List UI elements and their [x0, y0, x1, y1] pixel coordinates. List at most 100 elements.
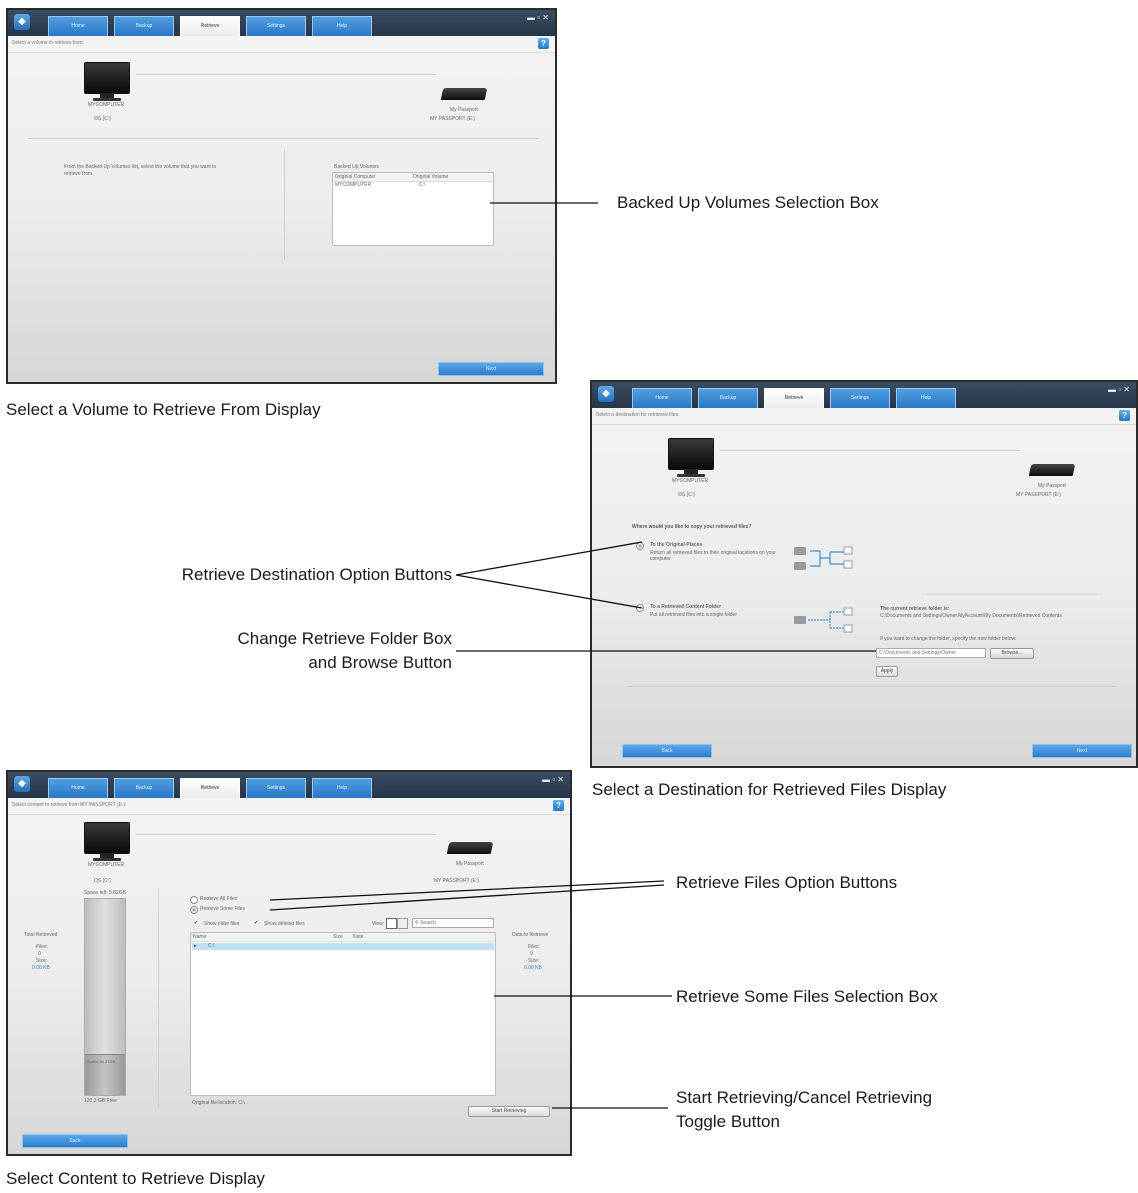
tab-retrieve[interactable]: Retrieve: [180, 778, 240, 798]
current-folder-label: The current retrieve folder is:: [880, 606, 950, 612]
left-size-value: 0.00 KB: [524, 965, 542, 971]
column-header[interactable]: Original Volume: [413, 174, 448, 180]
callout-change-folder-line2: and Browse Button: [308, 653, 452, 672]
list-item[interactable]: ▸ C:\: [192, 943, 494, 950]
tab-help[interactable]: Help: [312, 16, 372, 36]
computer-label: MYCOMPUTER: [88, 862, 125, 868]
backed-up-volumes-title: Backed Up Volumes: [334, 164, 380, 170]
total-retrieved-label: Total Retrieved: [24, 932, 58, 938]
window-controls-icon[interactable]: ▬ ▫ ✕: [527, 14, 549, 23]
retrieve-folder-input[interactable]: C:\Documents and Settings\Owner: [876, 648, 986, 658]
page-subtitle: Select a volume to retrieve from:: [12, 40, 84, 46]
column-header[interactable]: Size: [333, 934, 343, 940]
show-deleted-files-label: Show deleted files: [264, 921, 305, 927]
view-list-icon[interactable]: [386, 918, 397, 929]
tab-retrieve[interactable]: Retrieve: [180, 16, 240, 36]
subtitle-bar: Select a volume to retrieve from: ?: [8, 36, 555, 53]
instructions-text: From the Backed Up Volumes list, select …: [64, 164, 217, 177]
retrieve-some-files-radio[interactable]: [190, 906, 198, 914]
computer-monitor-icon: [84, 822, 130, 861]
list-header: Original Computer Original Volume: [333, 173, 493, 182]
checkmark-icon[interactable]: ✔: [194, 920, 198, 926]
drive-volume-label: MY PASSPORT (E:): [434, 878, 479, 884]
capacity-gauge: Space 60.27GB: [84, 898, 126, 1096]
wd-logo-icon: ◆: [14, 14, 30, 30]
total-size-value: 0.00 KB: [32, 965, 50, 971]
callout-toggle-line2: Toggle Button: [676, 1112, 780, 1131]
column-header[interactable]: Date: [353, 934, 364, 940]
list-header: Name Size Date: [191, 933, 495, 942]
tab-settings[interactable]: Settings: [246, 16, 306, 36]
column-header[interactable]: Original Computer: [335, 174, 376, 180]
connector-line: [136, 74, 436, 75]
divider-vertical: [158, 888, 159, 1108]
retrieve-all-files-label: Retrieve All Files: [200, 896, 238, 902]
tab-help[interactable]: Help: [312, 778, 372, 798]
checkmark-icon[interactable]: ✔: [254, 920, 258, 926]
callout-change-folder-line1: Change Retrieve Folder Box: [237, 629, 452, 648]
retrieve-all-files-radio[interactable]: [190, 896, 198, 904]
external-drive-icon: [446, 842, 494, 854]
retrieve-some-files-list[interactable]: Name Size Date ▸ C:\: [190, 932, 496, 1096]
external-drive-icon: [440, 88, 488, 100]
callout-files-options: Retrieve Files Option Buttons: [676, 873, 898, 892]
caption-select-content: Select Content to Retrieve Display: [6, 1169, 265, 1188]
backed-up-volumes-list[interactable]: Original Computer Original Volume MYCOMP…: [332, 172, 494, 246]
back-button[interactable]: Back: [22, 1134, 128, 1148]
left-files-value: 0: [530, 951, 533, 957]
drive-label: My Passport: [456, 861, 484, 867]
retrieve-some-files-label: Retrieve Some Files: [200, 906, 246, 912]
divider: [28, 138, 538, 139]
caption-select-volume: Select a Volume to Retrieve From Display: [6, 400, 321, 419]
nav-bar: ◆ Home Backup Retrieve Settings Help ▬ ▫…: [8, 772, 570, 798]
window-controls-icon[interactable]: ▬ ▫ ✕: [542, 776, 564, 785]
callout-destination-options: Retrieve Destination Option Buttons: [181, 565, 452, 584]
change-folder-prompt: If you want to change the folder, specif…: [880, 636, 1017, 642]
computer-monitor-icon: [84, 62, 130, 101]
tab-home[interactable]: Home: [48, 16, 108, 36]
left-files-label: Files:: [528, 944, 540, 950]
tab-home[interactable]: Home: [48, 778, 108, 798]
computer-label: MYCOMPUTER: [88, 102, 125, 108]
total-size-label: Size:: [36, 958, 48, 964]
view-details-icon[interactable]: [397, 918, 408, 929]
tab-backup[interactable]: Backup: [114, 778, 174, 798]
apply-button[interactable]: Apply: [876, 666, 898, 677]
row-volume: C:\: [419, 182, 426, 188]
browse-button[interactable]: Browse...: [990, 648, 1034, 659]
panel-bottom-border: [626, 686, 1116, 687]
gauge-free-label: 120.3 GB Free: [84, 1098, 117, 1104]
capacity-gauge-used: Space 60.27GB: [85, 1054, 125, 1095]
nav-bar: ◆ Home Backup Retrieve Settings Help ▬ ▫…: [8, 10, 555, 36]
column-header[interactable]: Name: [193, 934, 206, 940]
left-size-label: Size:: [528, 958, 540, 964]
divider-vertical: [284, 150, 285, 260]
screenshot-select-destination: ◆ Home Backup Retrieve Settings Help ▬ ▫…: [590, 380, 1138, 768]
tab-settings[interactable]: Settings: [246, 778, 306, 798]
start-retrieving-button[interactable]: Start Retrieving: [468, 1106, 550, 1117]
computer-disk-label: OS (C:): [94, 878, 111, 884]
search-input[interactable]: ⚲ Search: [412, 918, 494, 928]
screenshot-select-content: ◆ Home Backup Retrieve Settings Help ▬ ▫…: [6, 770, 572, 1156]
capacity-gauge-label: Space left: 5.82GB: [84, 890, 126, 896]
table-row[interactable]: MYCOMPUTER C:\: [333, 182, 493, 189]
total-files-value: 0: [38, 951, 41, 957]
callout-some-files-box: Retrieve Some Files Selection Box: [676, 987, 938, 1006]
computer-disk-label: OS (C:): [94, 116, 111, 122]
row-computer: MYCOMPUTER: [335, 182, 372, 188]
help-icon[interactable]: ?: [538, 38, 549, 49]
view-label: View:: [372, 921, 385, 927]
show-older-files-label: Show older files: [204, 921, 240, 927]
expand-arrow-icon[interactable]: ▸: [194, 943, 197, 949]
back-button[interactable]: Back: [622, 744, 712, 758]
current-folder-path: C:\Documents and Settings\Owner.MyAccoun…: [880, 613, 1062, 619]
screenshot-select-volume: ◆ Home Backup Retrieve Settings Help ▬ ▫…: [6, 8, 557, 384]
tree-root-label: C:\: [208, 943, 215, 949]
callout-toggle-line1: Start Retrieving/Cancel Retrieving: [676, 1088, 933, 1107]
help-icon[interactable]: ?: [553, 800, 564, 811]
retrieved-folder-diagram-icon: [808, 607, 853, 633]
tab-backup[interactable]: Backup: [114, 16, 174, 36]
next-button[interactable]: Next: [1032, 744, 1132, 758]
total-files-label: Files:: [36, 944, 48, 950]
next-button[interactable]: Next: [438, 362, 544, 376]
